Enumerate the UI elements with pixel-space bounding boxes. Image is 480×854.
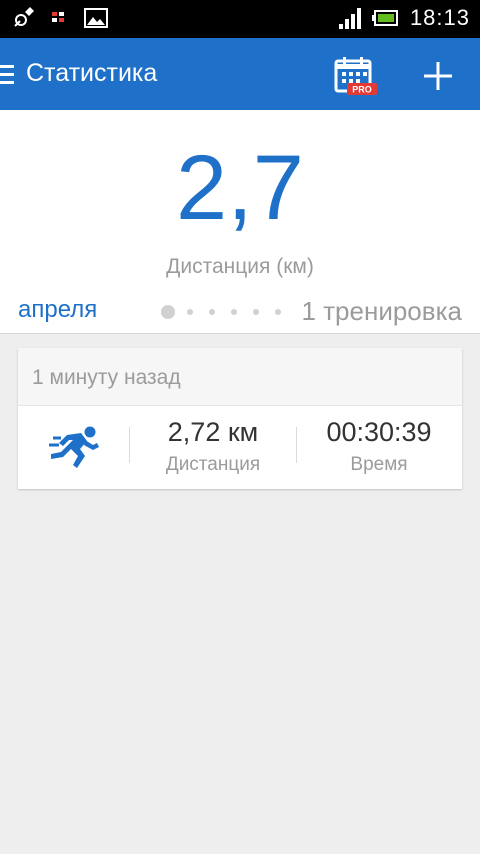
summary-panel[interactable]: 2,7 Дистанция (км) апреля 1 тренировка [0,110,480,334]
calendar-icon: PRO [334,57,377,95]
sim-icon [52,12,64,22]
pager-dot [209,309,215,315]
distance-total: 2,7 [176,137,304,239]
pager-dots [161,305,297,319]
add-icon [424,62,452,90]
status-left-icons [12,6,108,30]
workout-count[interactable]: 1 тренировка [301,296,462,327]
page-title[interactable]: Статистика [26,59,157,88]
distance-total-label: Дистанция (км) [166,255,314,278]
pager-dot [187,309,193,315]
period-tab-month[interactable]: апреля [18,296,97,324]
menu-icon[interactable] [0,65,14,85]
duration-stat: 00:30:39 Время [314,417,444,476]
distance-value: 2,72 км [167,417,259,447]
duration-value: 00:30:39 [326,417,432,447]
status-right: 18:13 [338,5,470,31]
clock: 18:13 [409,5,470,30]
pager-dot [231,309,237,315]
app-bar: Статистика PRO [0,38,480,110]
signal-icon [338,8,361,29]
image-icon [84,8,108,28]
activity-card-body[interactable]: 2,72 км Дистанция 00:30:39 Время [18,405,462,489]
status-bar: 18:13 [0,0,480,38]
battery-icon [371,10,398,26]
distance-stat: 2,72 км Дистанция [148,417,278,476]
duration-label: Время [350,454,408,475]
pager-dot [275,309,281,315]
divider [129,427,130,463]
add-button[interactable] [420,58,456,94]
activity-card[interactable]: 1 минуту назад 2,72 км Дистанция 00:30:3… [18,348,462,489]
pager-dot [253,309,259,315]
divider [296,427,297,463]
calendar-pro-button[interactable]: PRO [334,56,378,96]
distance-label: Дистанция [165,454,261,475]
running-icon [49,426,99,468]
activity-card-header: 1 минуту назад [18,348,462,406]
activity-time-ago: 1 минуту назад [32,366,181,389]
gps-icon [14,7,34,27]
pager-dot-active [161,305,175,319]
pro-badge: PRO [352,85,372,95]
